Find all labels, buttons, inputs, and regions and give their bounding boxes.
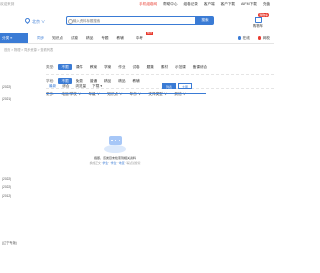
search-button[interactable]: 搜索 (196, 16, 214, 25)
sidebar-item[interactable]: (2022) (2, 177, 11, 181)
sort-overall[interactable]: 综合 (59, 84, 72, 89)
location-selector[interactable]: 北京 ∨ (23, 16, 45, 25)
filter-type: 类型: 不限 课件 教案 学案 作业 试卷 题集 素材 示范课 备课综合 (46, 63, 211, 71)
filter-type-label: 类型: (46, 64, 55, 69)
tab-topics[interactable]: 专题 (97, 33, 112, 43)
tab-materials[interactable]: 教辅 (113, 33, 128, 43)
header: 北京 ∨ 搜索 购物车 购物车 (0, 12, 274, 32)
top-link-recharge[interactable]: 充值 (263, 2, 270, 7)
location-label: 北京 (32, 19, 40, 24)
suggest-link[interactable]: 地区 (119, 161, 125, 165)
sort-underline (46, 93, 206, 94)
top-link-help[interactable]: 帮助中心 (163, 2, 177, 7)
sidebar-item[interactable]: (辽宁专版) (2, 240, 17, 245)
nav-school-label: 网校 (262, 36, 270, 40)
top-link-app[interactable]: AIFM下载 (241, 2, 257, 7)
suggest-link[interactable]: 学生 (111, 161, 117, 165)
search-box (66, 16, 196, 25)
top-link-client[interactable]: 客户端 (204, 2, 215, 7)
tab-sync[interactable]: 同步 (33, 33, 48, 43)
empty-suggestion-prefix: 换成正文 (89, 161, 101, 165)
top-link-mobile[interactable]: 手机组卷网 (139, 2, 157, 7)
filter-option[interactable]: 试卷 (129, 64, 143, 70)
top-link-records[interactable]: 组卷记录 (184, 2, 198, 7)
nav-online-label: 在线 (242, 36, 250, 40)
cart-label: 购物车 (252, 24, 264, 28)
location-pin-icon (23, 16, 32, 25)
school-icon (257, 36, 262, 40)
welcome-text: 欢迎来到 (0, 2, 15, 6)
sidebar-item[interactable]: (2021) (2, 97, 11, 101)
cart-button[interactable]: 购物车 购物车 (246, 13, 270, 29)
sort-downloads[interactable]: 下载 ▾ (89, 84, 105, 89)
sort-options: 最新 综合 浏览量 下载 ▾ (46, 84, 105, 89)
tab-zhongkao[interactable]: 中考 HOT (128, 32, 153, 43)
empty-suggestion-suffix: 等试试搜索 (126, 161, 141, 165)
nav-right-links: 在线 网校 (237, 34, 270, 42)
top-link-download[interactable]: 客户下载 (221, 2, 235, 7)
filter-option[interactable]: 题集 (143, 64, 157, 70)
filter-option[interactable]: 示范课 (172, 64, 190, 70)
tab-zhongkao-label: 中考 (135, 36, 143, 40)
nav-online[interactable]: 在线 (237, 34, 250, 42)
cart-badge: 购物车 (258, 13, 270, 17)
empty-message: 抱歉，该类目未检索到相关资料 (93, 156, 136, 160)
search-icon (68, 18, 73, 24)
hot-badge: HOT (145, 32, 153, 35)
suggest-link[interactable]: 学生 (103, 161, 109, 165)
category-menu-button[interactable]: 分类 ≡ (0, 33, 28, 43)
filter-option[interactable]: 学案 (101, 64, 115, 70)
breadcrumb: 首页 > 物理 > 同步资源 > 查看列表 (4, 48, 54, 52)
sort-views[interactable]: 浏览量 (72, 84, 89, 89)
sort-latest[interactable]: 最新 (46, 84, 59, 89)
tab-papers[interactable]: 试卷 (67, 33, 82, 43)
view-toggle: 列表 大图 (162, 83, 192, 89)
sort-bar: 最新 综合 浏览量 下载 ▾ 列表 大图 (46, 80, 274, 94)
sidebar-book-list: (2022) (2021) (2022) (2022) (2012) (辽宁专版… (0, 55, 40, 273)
nav-school[interactable]: 网校 (257, 34, 270, 42)
filter-option[interactable]: 课件 (72, 64, 86, 70)
top-utility-bar: 欢迎来到 手机组卷网 帮助中心 组卷记录 客户端 客户下载 AIFM下载 充值 (0, 0, 274, 12)
sidebar-item[interactable]: (2012) (2, 194, 11, 198)
view-list-button[interactable]: 列表 (162, 83, 176, 89)
sidebar-item[interactable]: (2022) (2, 185, 11, 189)
top-links: 手机组卷网 帮助中心 组卷记录 客户端 客户下载 AIFM下载 充值 (139, 2, 270, 7)
main-navbar: 分类 ≡ 同步 知识点 试卷 精品 专题 教辅 中考 HOT 在线 网校 (0, 32, 274, 44)
filter-option[interactable]: 备课综合 (189, 64, 210, 70)
filter-divider (46, 74, 274, 75)
nav-tabs: 同步 知识点 试卷 精品 专题 教辅 中考 HOT (33, 32, 153, 43)
filter-option[interactable]: 教案 (86, 64, 100, 70)
tab-knowledge[interactable]: 知识点 (48, 33, 67, 43)
filter-option[interactable]: 不限 (58, 64, 73, 70)
filter-option[interactable]: 作业 (115, 64, 129, 70)
search-input[interactable] (67, 17, 195, 24)
tab-premium[interactable]: 精品 (82, 33, 97, 43)
empty-suggestion: 换成正文 “学生” “学生” “地区” 等试试搜索 (89, 161, 141, 165)
online-icon (237, 36, 242, 40)
view-grid-button[interactable]: 大图 (178, 83, 192, 89)
empty-state: 抱歉，该类目未检索到相关资料 换成正文 “学生” “学生” “地区” 等试试搜索 (80, 134, 150, 165)
sidebar-item[interactable]: (2022) (2, 85, 11, 89)
empty-chat-icon (104, 134, 126, 154)
filter-option[interactable]: 素材 (157, 64, 171, 70)
